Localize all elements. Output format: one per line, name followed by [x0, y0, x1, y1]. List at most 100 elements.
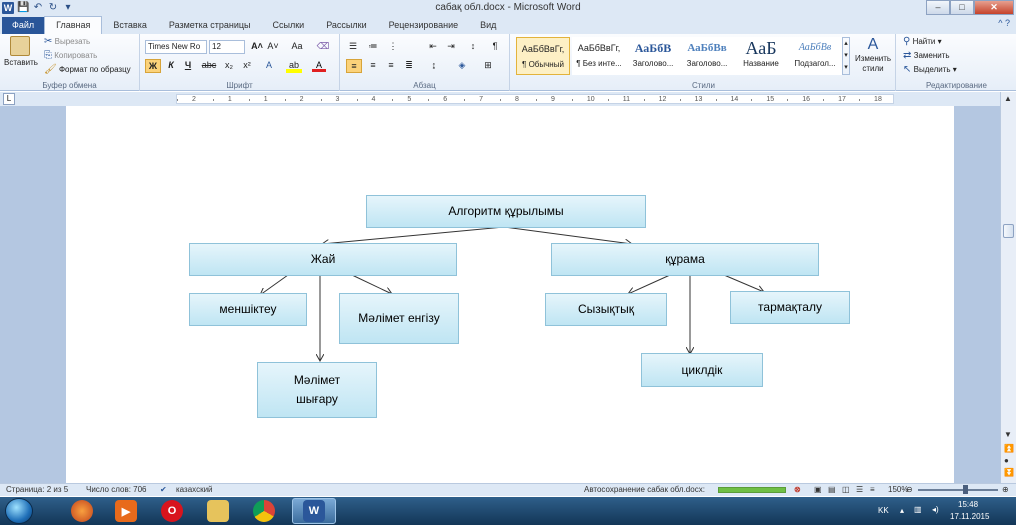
bold-button[interactable]: Ж [145, 59, 161, 73]
align-left-icon[interactable]: ≡ [346, 59, 362, 73]
document-page[interactable]: Алгоритм құрылымы Жай құрама меншіктеу М… [66, 106, 954, 483]
bullets-icon[interactable]: ☰ [346, 40, 360, 54]
diagram-right-node[interactable]: құрама [551, 243, 819, 276]
show-marks-icon[interactable]: ¶ [488, 40, 502, 54]
tab-review[interactable]: Рецензирование [378, 17, 470, 34]
multilevel-list-icon[interactable]: ⋮ [386, 40, 400, 54]
chrome-taskbar-button[interactable] [242, 498, 286, 524]
next-page-icon[interactable]: ⏬ [1004, 468, 1014, 477]
shading-icon[interactable]: ◈ [454, 59, 470, 73]
zoom-out-icon[interactable]: ⊖ [906, 484, 913, 496]
italic-button[interactable]: К [164, 59, 178, 73]
font-size-select[interactable]: 12 [209, 40, 245, 54]
replace-button[interactable]: ⇄ Заменить [903, 51, 950, 61]
grow-font-button[interactable]: A˄ [250, 40, 264, 54]
tab-page-layout[interactable]: Разметка страницы [158, 17, 262, 34]
tab-mailings[interactable]: Рассылки [315, 17, 377, 34]
tray-expand-icon[interactable]: ▴ [900, 506, 904, 515]
network-icon[interactable]: ▥ [914, 505, 922, 514]
tab-stop-selector[interactable]: L [3, 93, 15, 105]
shrink-font-button[interactable]: A˅ [266, 40, 280, 54]
cancel-autosave-icon[interactable]: ⊗ [794, 484, 801, 496]
outline-icon[interactable]: ☰ [856, 484, 863, 496]
horizontal-ruler[interactable]: 2 1 1 2 3 4 5 6 7 8 9 10 11 12 13 14 15 16 17 18 [176, 94, 894, 104]
style-subtitle[interactable]: АаБбВв Подзагол... [788, 37, 842, 75]
style-normal[interactable]: АаБбВвГг, ¶ Обычный [516, 37, 570, 75]
sort-icon[interactable]: ↕ [466, 40, 480, 54]
format-painter-button[interactable]: 🖌 Формат по образцу [44, 65, 131, 75]
opera-taskbar-button[interactable]: O [150, 498, 194, 524]
align-center-icon[interactable]: ≡ [366, 59, 380, 73]
close-button[interactable]: ✕ [974, 0, 1014, 15]
media-player-taskbar-button[interactable]: ▶ [104, 498, 148, 524]
borders-icon[interactable]: ⊞ [480, 59, 496, 73]
word-count[interactable]: Число слов: 706 [86, 484, 146, 496]
minimize-button[interactable]: – [926, 0, 950, 15]
font-name-select[interactable]: Times New Ro [145, 40, 207, 54]
tab-file[interactable]: Файл [2, 17, 45, 34]
diagram-left-child-2[interactable]: Мәлімет енгізу [339, 293, 459, 344]
styles-scroll-arrows[interactable]: ▴ ▾ ▾ [842, 37, 850, 75]
draft-icon[interactable]: ≡ [870, 484, 875, 496]
diagram-right-child-1[interactable]: Сызықтық [545, 293, 667, 326]
justify-icon[interactable]: ≣ [402, 59, 416, 73]
text-effects-icon[interactable]: A [262, 59, 276, 73]
superscript-button[interactable]: x² [240, 59, 254, 73]
help-icon[interactable]: ^ ? [998, 18, 1010, 28]
subscript-button[interactable]: x₂ [222, 59, 236, 73]
tab-view[interactable]: Вид [469, 17, 507, 34]
highlight-icon[interactable]: ab [286, 59, 302, 73]
browse-object-icon[interactable]: ● [1004, 456, 1009, 465]
prev-page-icon[interactable]: ⏫ [1004, 444, 1014, 453]
diagram-left-child-1[interactable]: меншіктеу [189, 293, 307, 326]
clear-formatting-icon[interactable]: ⌫ [316, 40, 330, 54]
underline-button[interactable]: Ч [181, 59, 195, 73]
diagram-right-child-3[interactable]: циклдік [641, 353, 763, 387]
align-right-icon[interactable]: ≡ [384, 59, 398, 73]
zoom-slider[interactable] [918, 489, 998, 491]
find-button[interactable]: ⚲ Найти ▾ [903, 37, 942, 47]
diagram-left-node[interactable]: Жай [189, 243, 457, 276]
change-case-button[interactable]: Aa [288, 40, 306, 54]
proofing-icon[interactable]: ✔ [160, 484, 167, 496]
font-color-icon[interactable]: A [312, 59, 326, 72]
vertical-scrollbar[interactable]: ▲ ▼ ⏫ ● ⏬ [1000, 92, 1016, 483]
print-layout-icon[interactable]: ▣ [814, 484, 822, 496]
volume-icon[interactable]: ◂) [932, 505, 939, 514]
cut-button[interactable]: ✂ Вырезать [44, 37, 90, 47]
increase-indent-icon[interactable]: ⇥ [444, 40, 458, 54]
style-title[interactable]: АаБ Название [734, 37, 788, 75]
full-screen-icon[interactable]: ▤ [828, 484, 836, 496]
clock-time[interactable]: 15:48 [958, 500, 978, 509]
strikethrough-button[interactable]: abc [200, 59, 218, 73]
maximize-button[interactable]: □ [950, 0, 974, 15]
web-layout-icon[interactable]: ◫ [842, 484, 850, 496]
paste-button[interactable]: Вставить [4, 36, 38, 68]
tab-insert[interactable]: Вставка [102, 17, 157, 34]
diagram-root-node[interactable]: Алгоритм құрылымы [366, 195, 646, 228]
tab-references[interactable]: Ссылки [262, 17, 316, 34]
change-styles-button[interactable]: A Изменить стили [852, 36, 894, 74]
select-button[interactable]: ↖ Выделить ▾ [903, 65, 957, 75]
word-taskbar-button[interactable]: W [292, 498, 336, 524]
scroll-thumb[interactable] [1003, 224, 1014, 238]
firefox-taskbar-button[interactable] [60, 498, 104, 524]
scroll-up-icon[interactable]: ▲ [1004, 94, 1012, 103]
zoom-in-icon[interactable]: ⊕ [1002, 484, 1009, 496]
explorer-taskbar-button[interactable] [196, 498, 240, 524]
start-button[interactable] [5, 498, 33, 524]
language-label[interactable]: казахский [176, 484, 213, 496]
page-count[interactable]: Страница: 2 из 5 [6, 484, 68, 496]
decrease-indent-icon[interactable]: ⇤ [426, 40, 440, 54]
line-spacing-icon[interactable]: ↨ [426, 59, 442, 73]
scroll-down-icon[interactable]: ▼ [1004, 430, 1012, 439]
zoom-slider-thumb[interactable] [963, 485, 968, 494]
style-heading-1[interactable]: АаБбВ Заголово... [626, 37, 680, 75]
keyboard-layout[interactable]: KK [878, 506, 889, 515]
diagram-right-child-2[interactable]: тармақталу [730, 291, 850, 324]
copy-button[interactable]: ⎘ Копировать [44, 51, 97, 61]
style-no-spacing[interactable]: АаБбВвГг, ¶ Без инте... [572, 37, 626, 75]
numbering-icon[interactable]: ≔ [366, 40, 380, 54]
tab-home[interactable]: Главная [44, 16, 103, 34]
clock-date[interactable]: 17.11.2015 [950, 512, 989, 521]
